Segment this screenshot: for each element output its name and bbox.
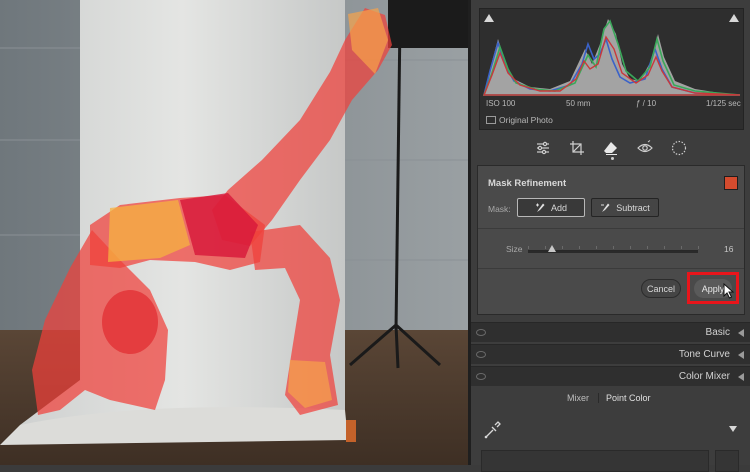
chevron-down-icon[interactable] <box>729 426 737 432</box>
tab-separator <box>598 393 599 403</box>
collapse-triangle-icon[interactable] <box>738 351 744 359</box>
mouse-pointer-icon <box>723 283 735 299</box>
section-tone-curve[interactable]: Tone Curve <box>471 344 750 364</box>
brush-size-value[interactable]: 16 <box>724 244 733 254</box>
eyedropper-icon[interactable] <box>483 418 501 440</box>
photo-canvas[interactable] <box>0 0 468 465</box>
slider-tick <box>681 246 682 249</box>
mask-subtract-label: Subtract <box>616 202 650 213</box>
mask-refinement-title: Mask Refinement <box>488 178 567 189</box>
slider-tick <box>562 246 563 249</box>
crop-icon[interactable] <box>568 139 586 157</box>
slider-tick <box>613 246 614 249</box>
mask-add-button[interactable]: Add <box>517 198 585 217</box>
slider-tick <box>596 246 597 249</box>
mask-add-label: Add <box>550 202 567 213</box>
mask-subtract-button[interactable]: Subtract <box>591 198 659 217</box>
section-color-mixer-title: Color Mixer <box>678 371 730 382</box>
slider-tick <box>647 246 648 249</box>
exif-aperture: ƒ / 10 <box>636 99 657 108</box>
eye-icon[interactable] <box>476 351 486 358</box>
slider-tick <box>579 246 580 249</box>
slider-tick <box>664 246 665 249</box>
add-brush-icon <box>535 203 545 212</box>
tab-point-color[interactable]: Point Color <box>606 393 651 403</box>
section-tone-curve-title: Tone Curve <box>678 349 730 360</box>
histogram: ISO 100 50 mm ƒ / 10 1/125 sec Original … <box>479 8 744 130</box>
original-photo-checkbox-icon[interactable] <box>486 116 496 124</box>
mask-overlay-color-swatch[interactable] <box>724 176 738 190</box>
highlight-clipping-toggle[interactable] <box>729 14 739 22</box>
slider-tick <box>698 246 699 249</box>
section-basic[interactable]: Basic <box>471 322 750 342</box>
slider-tick <box>545 246 546 249</box>
cancel-button[interactable]: Cancel <box>641 279 681 298</box>
brush-size-slider-thumb[interactable] <box>547 245 556 252</box>
active-tool-indicator <box>611 157 614 160</box>
exif-focal-length: 50 mm <box>566 99 591 108</box>
subtract-brush-icon <box>601 203 610 212</box>
exif-iso: ISO 100 <box>486 99 516 108</box>
mask-circle-icon[interactable] <box>670 139 688 157</box>
divider <box>478 228 744 229</box>
red-eye-icon[interactable] <box>636 139 654 157</box>
exif-shutter-speed: 1/125 sec <box>706 99 741 108</box>
tab-mixer[interactable]: Mixer <box>567 393 589 403</box>
collapse-triangle-icon[interactable] <box>738 329 744 337</box>
brush-size-label: Size <box>506 244 523 254</box>
eraser-icon[interactable] <box>602 139 620 157</box>
eye-icon[interactable] <box>476 329 486 336</box>
eye-icon[interactable] <box>476 373 486 380</box>
section-color-mixer[interactable]: Color Mixer <box>471 366 750 386</box>
divider <box>478 268 744 269</box>
point-color-swatch-area[interactable] <box>481 450 709 472</box>
original-photo-label: Original Photo <box>499 115 553 125</box>
point-color-swatch-small[interactable] <box>715 450 739 472</box>
shadow-clipping-toggle[interactable] <box>484 14 494 22</box>
section-basic-title: Basic <box>705 327 730 338</box>
point-color-body <box>471 408 750 472</box>
develop-panel: ISO 100 50 mm ƒ / 10 1/125 sec Original … <box>471 0 750 472</box>
color-mixer-tabs: Mixer Point Color <box>471 388 750 408</box>
mask-mode-label: Mask: <box>488 204 511 214</box>
sliders-icon[interactable] <box>534 139 552 157</box>
original-photo-toggle[interactable]: Original Photo <box>486 115 553 125</box>
slider-tick <box>630 246 631 249</box>
mask-refinement-panel: Mask Refinement Mask: Add Subtract Size … <box>477 165 745 315</box>
slider-tick <box>528 246 529 249</box>
histogram-graph <box>482 19 741 96</box>
photo-image <box>0 0 468 465</box>
collapse-triangle-icon[interactable] <box>738 373 744 381</box>
